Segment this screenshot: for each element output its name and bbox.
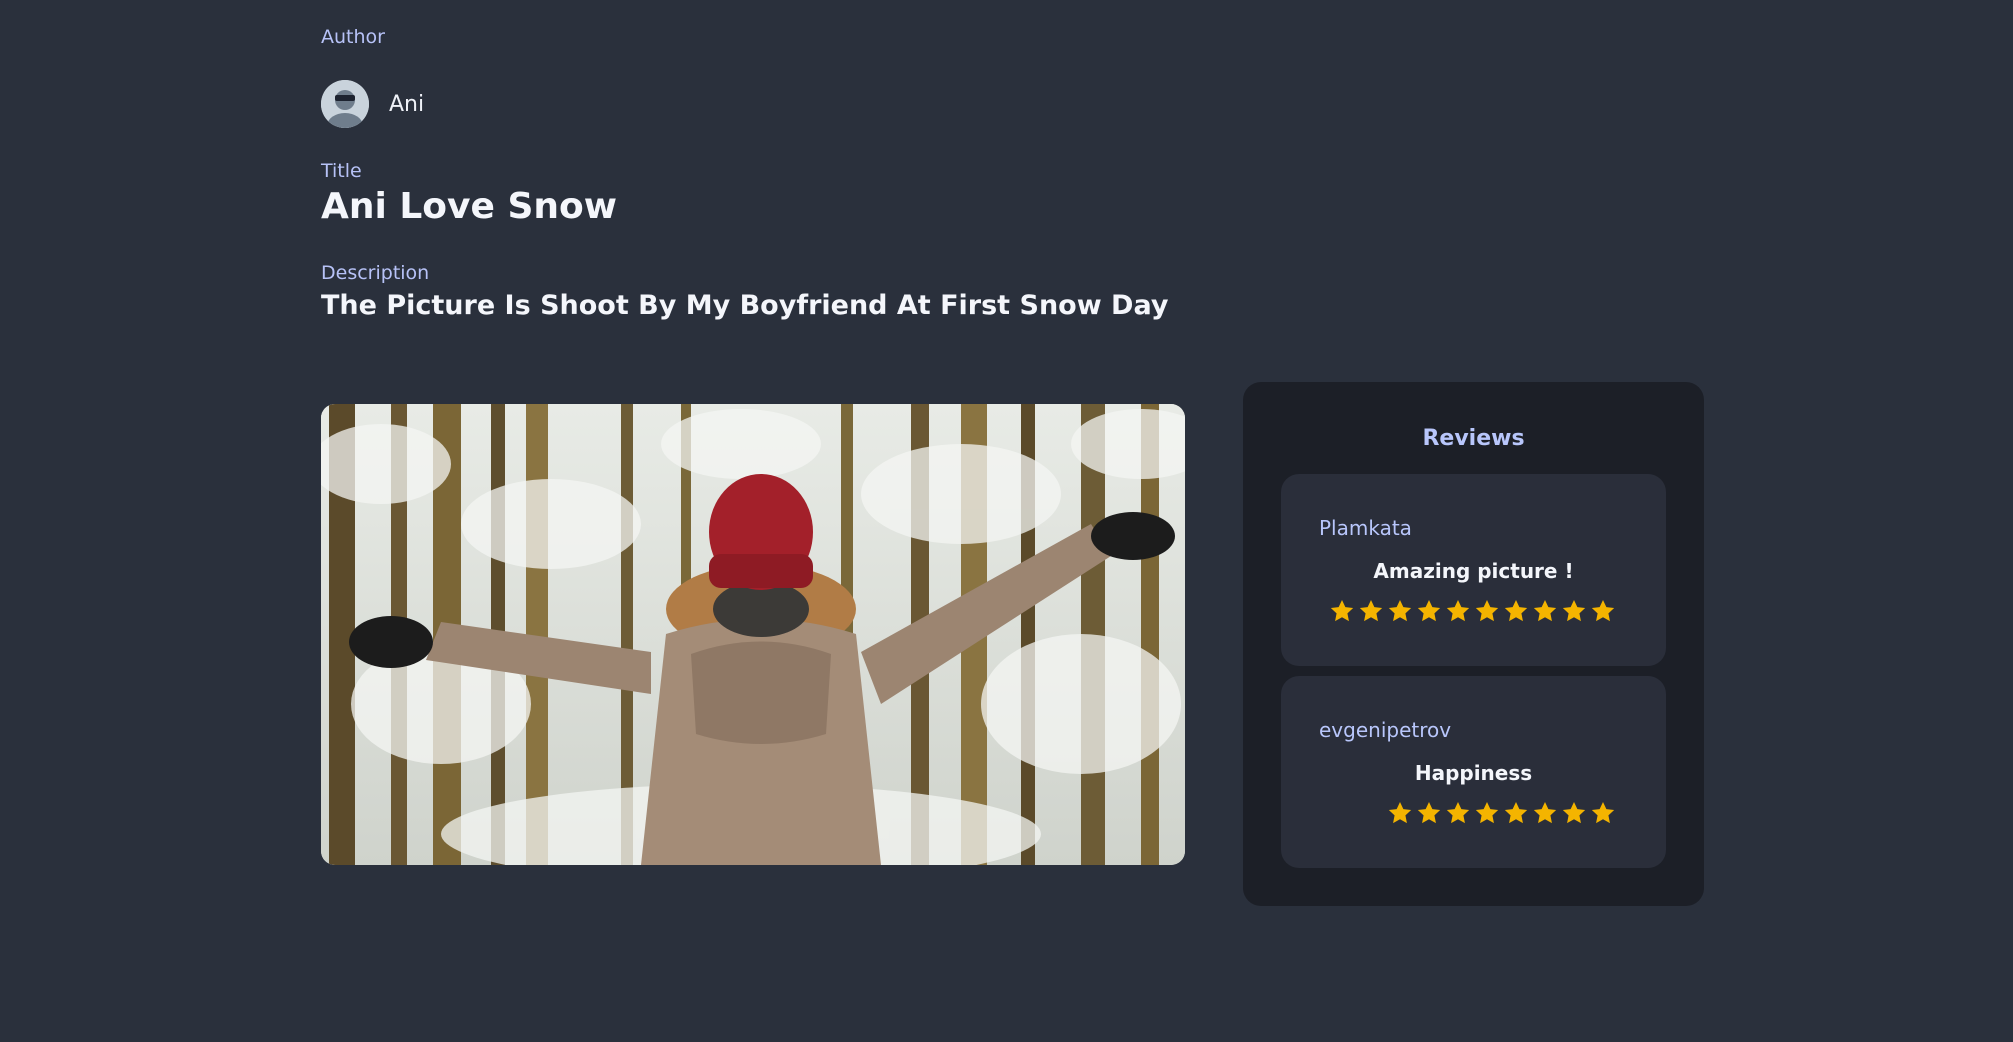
review-text: Happiness: [1414, 761, 1533, 785]
review-card: Plamkata Amazing picture !: [1281, 474, 1666, 666]
reviews-title: Reviews: [1422, 426, 1525, 451]
star-icon: [1562, 801, 1586, 824]
title-label: Title: [321, 160, 362, 182]
author-row[interactable]: Ani: [321, 80, 424, 128]
reviews-panel: Reviews Plamkata Amazing picture ! evgen…: [1243, 382, 1704, 906]
star-icon: [1504, 599, 1528, 622]
review-card: evgenipetrov Happiness: [1281, 676, 1666, 868]
user-avatar-icon[interactable]: [321, 80, 369, 128]
review-text: Amazing picture !: [1373, 559, 1574, 583]
snow-forest-photo: [321, 404, 1185, 865]
description-label: Description: [321, 262, 430, 284]
review-author[interactable]: evgenipetrov: [1319, 718, 1451, 742]
author-label: Author: [321, 26, 385, 48]
star-icon: [1533, 801, 1557, 824]
star-icon: [1388, 801, 1412, 824]
star-icon: [1475, 801, 1499, 824]
post-title: Ani Love Snow: [321, 186, 617, 227]
rating-stars: [1387, 800, 1616, 826]
star-icon: [1388, 599, 1412, 622]
star-icon: [1446, 599, 1470, 622]
star-icon: [1562, 599, 1586, 622]
star-icon: [1359, 599, 1383, 622]
post-details-page: Author Ani Title Ani Love Snow Descripti…: [0, 0, 2013, 1042]
rating-stars: [1329, 598, 1616, 624]
star-icon: [1417, 801, 1441, 824]
star-icon: [1475, 599, 1499, 622]
review-author[interactable]: Plamkata: [1319, 516, 1412, 540]
star-icon: [1533, 599, 1557, 622]
star-icon: [1446, 801, 1470, 824]
post-description: The Picture Is Shoot By My Boyfriend At …: [321, 290, 1169, 321]
star-icon: [1591, 599, 1615, 622]
star-icon: [1330, 599, 1354, 622]
star-icon: [1591, 801, 1615, 824]
star-icon: [1504, 801, 1528, 824]
star-icon: [1417, 599, 1441, 622]
author-name[interactable]: Ani: [389, 92, 424, 117]
